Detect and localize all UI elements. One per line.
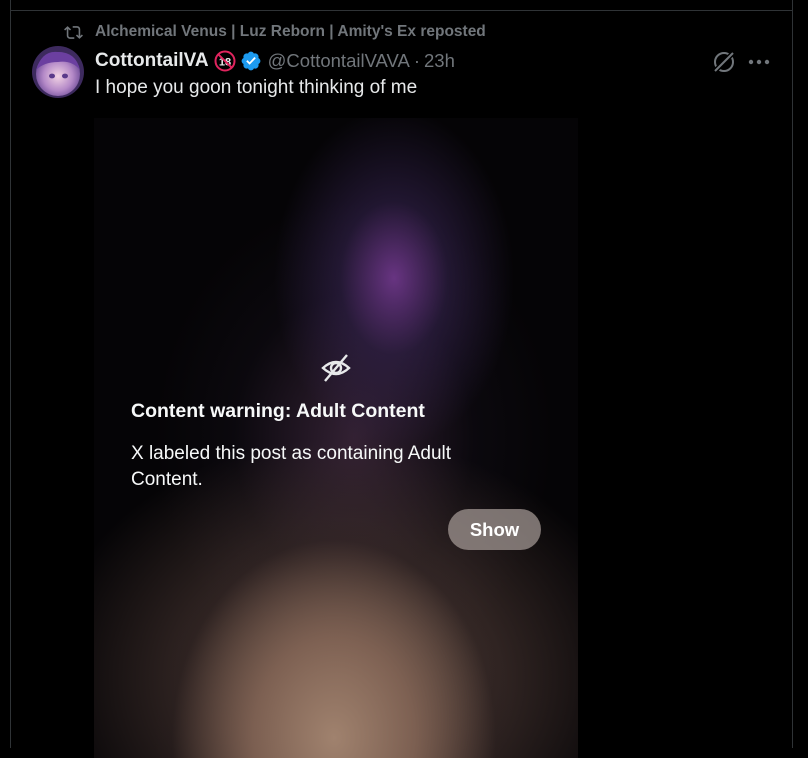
avatar[interactable] [32, 46, 84, 98]
repost-context[interactable]: Alchemical Venus | Luz Reborn | Amity's … [64, 22, 486, 42]
grok-icon [713, 51, 735, 73]
show-button[interactable]: Show [448, 509, 541, 550]
repost-icon [64, 25, 83, 39]
handle[interactable]: @CottontailVAVA [268, 50, 410, 72]
age-restricted-icon: 18 [214, 50, 236, 72]
post-text: I hope you goon tonight thinking of me [95, 77, 418, 98]
content-warning-title: Content warning: Adult Content [131, 400, 425, 422]
post-top-divider [10, 10, 793, 11]
timestamp[interactable]: 23h [424, 50, 455, 72]
timeline-right-border [792, 0, 793, 748]
timeline-left-border [10, 0, 11, 748]
grok-button[interactable] [711, 49, 737, 75]
content-warning-description: X labeled this post as containing Adult … [131, 443, 452, 490]
blurred-media[interactable] [94, 118, 578, 758]
separator: · [413, 50, 420, 71]
more-icon [748, 59, 770, 65]
verified-badge-icon[interactable] [240, 50, 262, 72]
more-button[interactable] [746, 49, 772, 75]
display-name[interactable]: CottontailVA [95, 50, 209, 72]
repost-text: Alchemical Venus | Luz Reborn | Amity's … [95, 23, 486, 40]
eye-slash-icon [321, 354, 351, 382]
post-header: CottontailVA 18 @CottontailVAVA · 23h [95, 48, 455, 74]
